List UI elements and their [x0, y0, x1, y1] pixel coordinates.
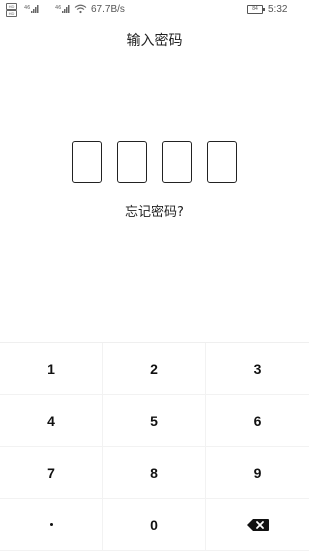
page-title: 输入密码 — [126, 33, 183, 49]
forgot-password-link[interactable]: 忘记密码? — [0, 201, 309, 220]
signal2-label: 46 — [55, 5, 61, 11]
key-3[interactable]: 3 — [206, 343, 309, 395]
pin-box-1[interactable] — [72, 141, 102, 183]
pin-box-3[interactable] — [162, 141, 192, 183]
key-4[interactable]: 4 — [0, 395, 103, 447]
signal2-icon: 46 — [55, 5, 70, 13]
network-speed: 67.7B/s — [91, 4, 125, 15]
key-dot[interactable] — [0, 499, 103, 551]
backspace-icon — [246, 518, 269, 531]
key-1[interactable]: 1 — [0, 343, 103, 395]
clock: 5:32 — [268, 4, 288, 15]
key-backspace[interactable] — [206, 499, 309, 551]
numeric-keypad: 1 2 3 4 5 6 7 8 9 0 — [0, 342, 309, 551]
key-7[interactable]: 7 — [0, 447, 103, 499]
key-2[interactable]: 2 — [103, 343, 206, 395]
battery-level: 84 — [252, 6, 258, 12]
key-8[interactable]: 8 — [103, 447, 206, 499]
pin-box-4[interactable] — [207, 141, 237, 183]
pin-box-2[interactable] — [117, 141, 147, 183]
battery-icon: 84 — [247, 5, 265, 14]
sim1-icon: HD — [6, 3, 17, 10]
key-5[interactable]: 5 — [103, 395, 206, 447]
key-9[interactable]: 9 — [206, 447, 309, 499]
sim2-icon: HD — [6, 10, 17, 17]
signal1-icon: 46 — [24, 5, 39, 13]
pin-input[interactable] — [72, 141, 238, 185]
key-0[interactable]: 0 — [103, 499, 206, 551]
dot-icon — [49, 523, 53, 526]
status-bar: HD HD 46 46 67.7B/s 84 5:32 — [0, 0, 309, 22]
key-6[interactable]: 6 — [206, 395, 309, 447]
signal1-label: 46 — [24, 5, 30, 11]
wifi-icon — [74, 4, 87, 14]
